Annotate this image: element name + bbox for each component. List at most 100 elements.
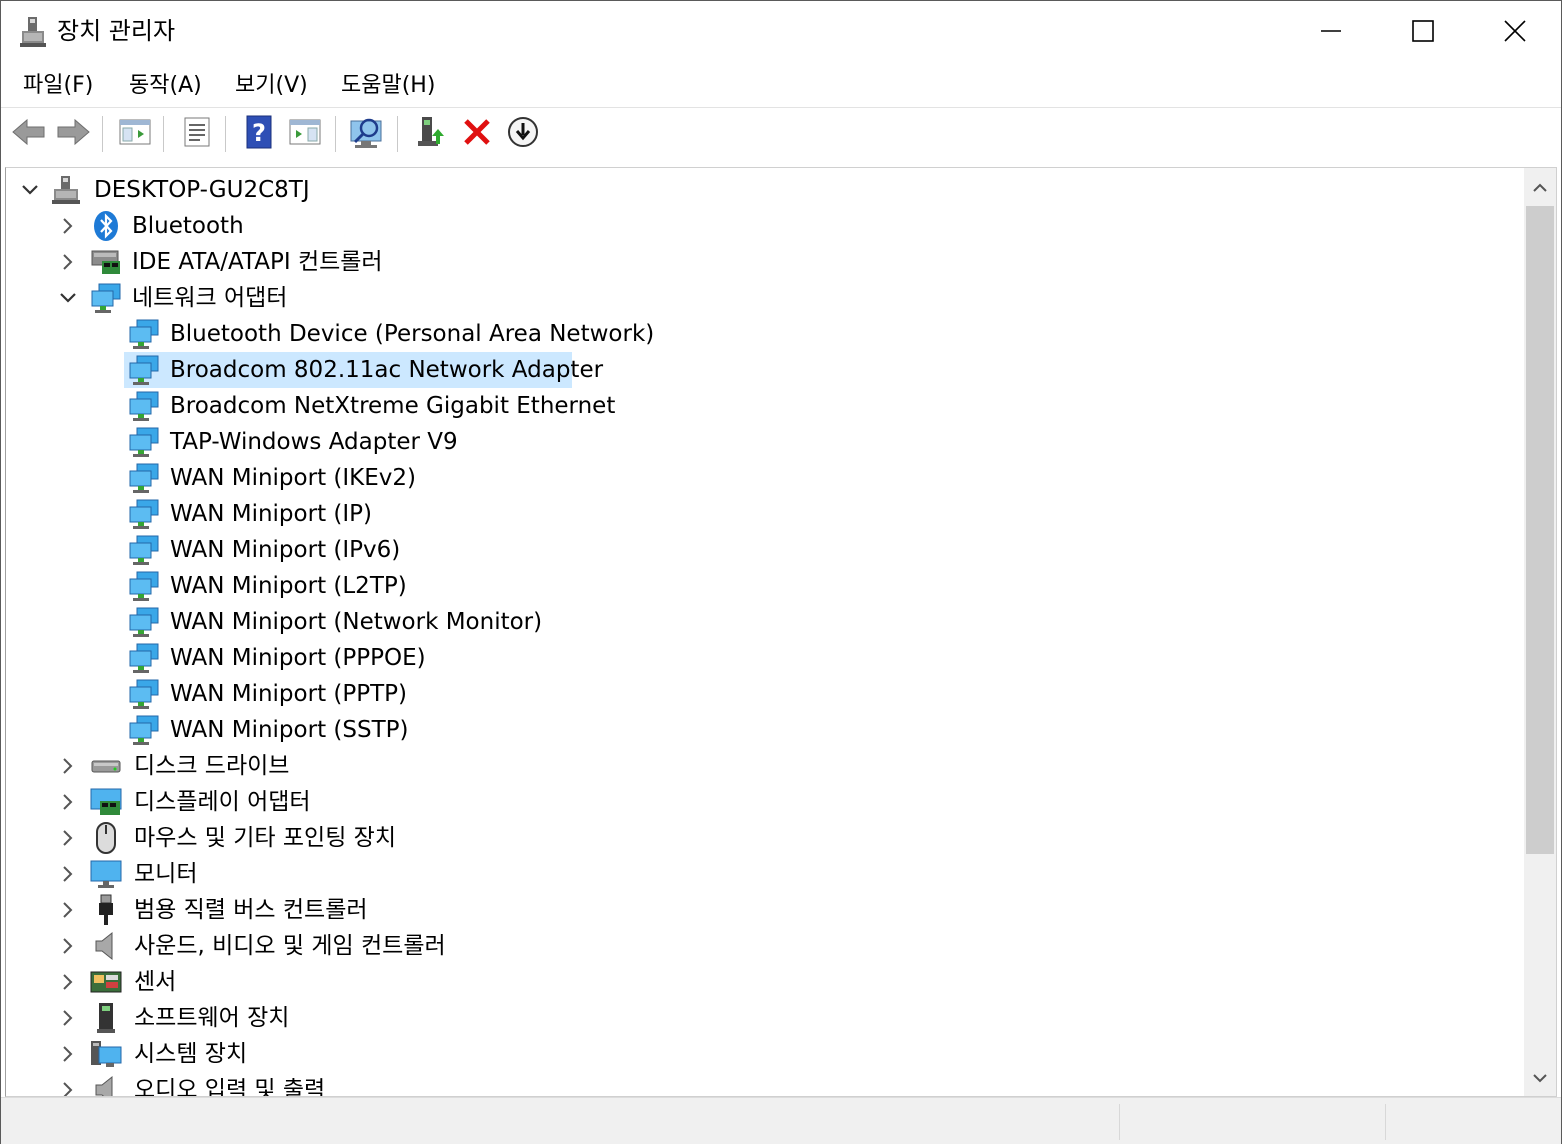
help-icon: ? — [245, 115, 273, 153]
scroll-down-button[interactable] — [1524, 1058, 1556, 1096]
scrollbar-thumb[interactable] — [1526, 206, 1554, 854]
tree-device-item[interactable]: WAN Miniport (IKEv2) — [6, 460, 706, 496]
title-bar[interactable]: 장치 관리자 — [1, 1, 1561, 61]
tree-category-display-adapters[interactable]: 디스플레이 어댑터 — [6, 784, 606, 820]
show-hide-console-tree-icon — [118, 117, 152, 151]
uninstall-device-button[interactable] — [457, 114, 497, 154]
chevron-right-icon[interactable] — [58, 1044, 78, 1064]
chevron-right-icon[interactable] — [58, 216, 78, 236]
tree-category-sound[interactable]: 사운드, 비디오 및 게임 컨트롤러 — [6, 928, 606, 964]
tree-device-item[interactable]: WAN Miniport (IPv6) — [6, 532, 706, 568]
tree-device-item[interactable]: Broadcom NetXtreme Gigabit Ethernet — [6, 388, 706, 424]
chevron-right-icon[interactable] — [58, 900, 78, 920]
tree-device-item[interactable]: WAN Miniport (Network Monitor) — [6, 604, 706, 640]
tree-category-label: 범용 직렬 버스 컨트롤러 — [134, 897, 368, 923]
tree-device-item[interactable]: WAN Miniport (PPPOE) — [6, 640, 706, 676]
help-button[interactable]: ? — [239, 114, 279, 154]
network-adapter-icon — [128, 390, 160, 422]
properties-button[interactable] — [177, 114, 217, 154]
tree-device-item[interactable]: WAN Miniport (PPTP) — [6, 676, 706, 712]
tree-category-ide[interactable]: IDE ATA/ATAPI 컨트롤러 — [6, 244, 606, 280]
audio-io-icon — [90, 1074, 122, 1096]
tree-category-label: 모니터 — [134, 861, 198, 887]
action-pane-button[interactable] — [285, 114, 325, 154]
svg-text:?: ? — [252, 119, 266, 147]
tree-category-network-adapters[interactable]: 네트워크 어댑터 — [6, 280, 606, 316]
chevron-down-icon — [1533, 1068, 1547, 1087]
update-driver-icon — [416, 115, 446, 153]
chevron-right-icon[interactable] — [58, 936, 78, 956]
tree-device-item[interactable]: TAP-Windows Adapter V9 — [6, 424, 706, 460]
network-adapter-icon — [128, 570, 160, 602]
chevron-right-icon[interactable] — [58, 1008, 78, 1028]
properties-icon — [182, 116, 212, 152]
close-icon — [1504, 20, 1526, 42]
device-manager-window: 장치 관리자 파일(F) 동작(A) 보기(V) 도움말(H) ? DESKTO… — [0, 0, 1562, 1144]
ide-controller-icon — [90, 246, 122, 278]
tree-category-monitors[interactable]: 모니터 — [6, 856, 606, 892]
chevron-right-icon[interactable] — [58, 864, 78, 884]
menu-help[interactable]: 도움말(H) — [339, 69, 437, 103]
status-separator — [1119, 1104, 1120, 1140]
device-tree[interactable]: DESKTOP-GU2C8TJ Bluetooth IDE ATA/ATAPI … — [6, 168, 1524, 1096]
tree-category-audio-io[interactable]: 오디오 입력 및 출력 — [6, 1072, 606, 1096]
tree-category-label: 마우스 및 기타 포인팅 장치 — [134, 825, 397, 851]
tree-category-bluetooth[interactable]: Bluetooth — [6, 208, 606, 244]
chevron-right-icon[interactable] — [58, 1080, 78, 1096]
tree-category-label: 오디오 입력 및 출력 — [134, 1077, 326, 1096]
maximize-button[interactable] — [1377, 1, 1469, 61]
vertical-scrollbar[interactable] — [1524, 168, 1556, 1096]
tree-category-usb[interactable]: 범용 직렬 버스 컨트롤러 — [6, 892, 606, 928]
back-button[interactable] — [9, 114, 49, 154]
device-tree-panel: DESKTOP-GU2C8TJ Bluetooth IDE ATA/ATAPI … — [5, 167, 1557, 1097]
back-arrow-icon — [11, 118, 47, 150]
disable-device-button[interactable] — [503, 114, 543, 154]
minimize-button[interactable] — [1285, 1, 1377, 61]
scroll-up-button[interactable] — [1524, 168, 1556, 206]
tree-device-item[interactable]: WAN Miniport (SSTP) — [6, 712, 706, 748]
menu-action[interactable]: 동작(A) — [127, 69, 204, 103]
chevron-right-icon[interactable] — [58, 972, 78, 992]
tree-category-mice[interactable]: 마우스 및 기타 포인팅 장치 — [6, 820, 606, 856]
chevron-down-icon[interactable] — [20, 180, 40, 200]
tree-device-label: WAN Miniport (Network Monitor) — [170, 609, 543, 635]
tree-device-label: Broadcom 802.11ac Network Adapter — [170, 357, 604, 383]
tree-device-label: TAP-Windows Adapter V9 — [170, 429, 458, 455]
menu-view[interactable]: 보기(V) — [233, 69, 310, 103]
tree-device-item[interactable]: WAN Miniport (L2TP) — [6, 568, 706, 604]
chevron-right-icon[interactable] — [58, 828, 78, 848]
chevron-right-icon[interactable] — [58, 792, 78, 812]
close-button[interactable] — [1469, 1, 1561, 61]
tree-root-label: DESKTOP-GU2C8TJ — [94, 177, 310, 203]
software-device-icon — [90, 1002, 122, 1034]
tree-category-label: 디스크 드라이브 — [134, 753, 290, 779]
tree-device-label: WAN Miniport (SSTP) — [170, 717, 409, 743]
network-adapter-icon — [128, 642, 160, 674]
tree-category-software-devices[interactable]: 소프트웨어 장치 — [6, 1000, 606, 1036]
tree-device-item[interactable]: WAN Miniport (IP) — [6, 496, 706, 532]
tree-device-label: WAN Miniport (PPTP) — [170, 681, 407, 707]
chevron-right-icon[interactable] — [58, 756, 78, 776]
usb-icon — [90, 894, 122, 926]
tree-category-disk-drives[interactable]: 디스크 드라이브 — [6, 748, 606, 784]
network-adapter-icon — [128, 318, 160, 350]
show-hide-tree-button[interactable] — [115, 114, 155, 154]
menu-file[interactable]: 파일(F) — [21, 69, 95, 103]
toolbar-separator — [397, 116, 398, 152]
chevron-down-icon[interactable] — [58, 288, 78, 308]
update-driver-button[interactable] — [411, 114, 451, 154]
network-adapter-icon — [128, 534, 160, 566]
chevron-right-icon[interactable] — [58, 252, 78, 272]
scan-hardware-button[interactable] — [347, 114, 387, 154]
tree-device-item-selected[interactable]: Broadcom 802.11ac Network Adapter — [6, 352, 706, 388]
mouse-icon — [90, 822, 122, 854]
tree-category-sensors[interactable]: 센서 — [6, 964, 606, 1000]
tree-device-label: WAN Miniport (PPPOE) — [170, 645, 426, 671]
tree-device-label: Bluetooth Device (Personal Area Network) — [170, 321, 655, 347]
tree-root[interactable]: DESKTOP-GU2C8TJ — [6, 172, 606, 208]
tree-device-item[interactable]: Bluetooth Device (Personal Area Network) — [6, 316, 706, 352]
tree-category-system-devices[interactable]: 시스템 장치 — [6, 1036, 606, 1072]
sensor-icon — [90, 966, 122, 998]
status-separator — [1385, 1104, 1386, 1140]
forward-button[interactable] — [53, 114, 93, 154]
